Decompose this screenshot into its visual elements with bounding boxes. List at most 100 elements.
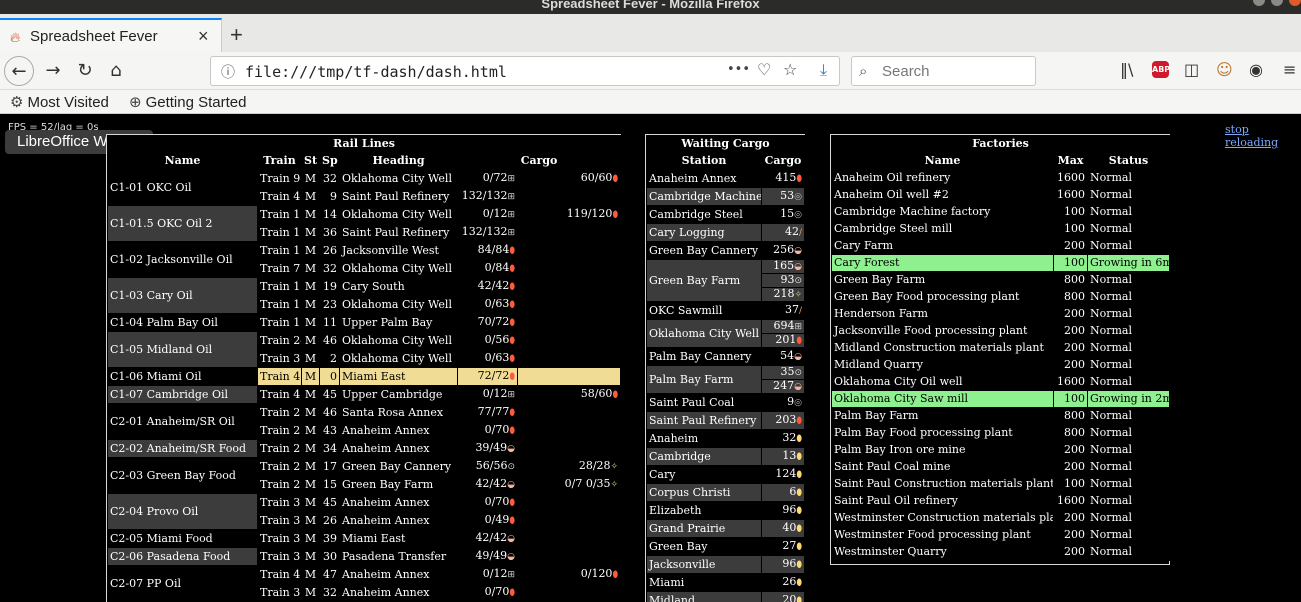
station-name[interactable]: Green Bay Cannery <box>646 241 762 260</box>
factory-row[interactable]: Green Bay Farm 800 Normal <box>831 271 1171 289</box>
waiting-row[interactable]: Anaheim Annex 415⬮ <box>646 169 806 188</box>
waiting-row[interactable]: Midland 20⬮ <box>646 591 806 602</box>
rail-line-name[interactable]: C1-01.5 OKC Oil 2 <box>107 205 258 242</box>
station-name[interactable]: Palm Bay Cannery <box>646 347 762 366</box>
factory-name[interactable]: Cary Farm <box>831 237 1054 255</box>
factory-row[interactable]: Oklahoma City Saw mill 100 Growing in 2m <box>831 390 1171 408</box>
factory-name[interactable]: Oklahoma City Oil well <box>831 373 1054 391</box>
station-name[interactable]: Oklahoma City Well <box>646 319 762 348</box>
train-id[interactable]: Train 36 <box>257 583 302 602</box>
station-name[interactable]: Anaheim <box>646 429 762 448</box>
maximize-icon[interactable] <box>1271 0 1283 6</box>
station-name[interactable]: OKC Sawmill <box>646 301 762 320</box>
factory-name[interactable]: Westminster Food processing plant <box>831 526 1054 544</box>
forward-button[interactable]: → <box>38 56 68 86</box>
home-button[interactable]: ⌂ <box>101 56 131 86</box>
factory-row[interactable]: Palm Bay Farm 800 Normal <box>831 407 1171 425</box>
rail-row[interactable]: C2-01 Anaheim/SR OilTrain 28M46Santa Ros… <box>107 403 622 440</box>
station-name[interactable]: Saint Paul Coal <box>646 393 762 412</box>
reload-button[interactable]: ↻ <box>70 56 100 86</box>
waiting-row[interactable]: Elizabeth 96⬮ <box>646 501 806 520</box>
minimize-icon[interactable] <box>1253 0 1265 6</box>
factory-name[interactable]: Green Bay Farm <box>831 271 1054 289</box>
waiting-row[interactable]: Cary 124⬮ <box>646 465 806 484</box>
factory-row[interactable]: Oklahoma City Oil well 1600 Normal <box>831 373 1171 391</box>
factory-name[interactable]: Henderson Farm <box>831 305 1054 323</box>
train-id[interactable]: Train 46 <box>257 565 302 584</box>
train-id[interactable]: Train 32 <box>257 547 302 566</box>
waiting-row[interactable]: Cambridge 13⬮ <box>646 447 806 466</box>
back-button[interactable]: ← <box>4 56 34 86</box>
factory-name[interactable]: Green Bay Food processing plant <box>831 288 1054 306</box>
factory-row[interactable]: Jacksonville Food processing plant 200 Nor… <box>831 322 1171 340</box>
factory-name[interactable]: Anaheim Oil well #2 <box>831 186 1054 204</box>
train-id[interactable]: Train 18 <box>257 205 302 224</box>
factory-row[interactable]: Henderson Farm 200 Normal <box>831 305 1171 323</box>
factory-name[interactable]: Cambridge Machine factory <box>831 203 1054 221</box>
rail-row[interactable]: C1-06 Miami OilTrain 40M0Miami East72/72… <box>107 367 622 386</box>
factory-row[interactable]: Cambridge Machine factory 100 Normal <box>831 203 1171 221</box>
station-name[interactable]: Cary <box>646 465 762 484</box>
pocket-icon[interactable]: ♡ <box>757 60 771 79</box>
factory-name[interactable]: Midland Quarry <box>831 356 1054 374</box>
station-name[interactable]: Anaheim Annex <box>646 169 762 188</box>
rail-line-name[interactable]: C1-05 Midland Oil <box>107 331 258 368</box>
page-actions-icon[interactable]: ••• <box>727 62 750 77</box>
waiting-row[interactable]: Palm Bay Cannery 54◒ <box>646 347 806 366</box>
train-id[interactable]: Train 17 <box>257 277 302 296</box>
factory-row[interactable]: Westminster Quarry 200 Normal <box>831 543 1171 561</box>
train-id[interactable]: Train 9 <box>257 169 302 188</box>
factory-name[interactable]: Palm Bay Farm <box>831 407 1054 425</box>
station-name[interactable]: Midland <box>646 591 762 602</box>
factory-row[interactable]: Palm Bay Iron ore mine 200 Normal <box>831 441 1171 459</box>
new-tab-button[interactable]: + <box>230 22 243 48</box>
bookmark-most-visited[interactable]: ⚙ Most Visited <box>10 93 109 111</box>
rail-line-name[interactable]: C1-02 Jacksonville Oil <box>107 241 258 278</box>
factory-row[interactable]: Westminster Food processing plant 200 Norm… <box>831 526 1171 544</box>
bookmark-star-icon[interactable]: ☆ <box>783 60 797 79</box>
download-icon[interactable]: ⤓ <box>820 60 827 80</box>
train-id[interactable]: Train 43 <box>257 385 302 404</box>
rail-line-name[interactable]: C1-04 Palm Bay Oil <box>107 313 258 332</box>
library-icon[interactable]: ‖\ <box>1120 60 1133 79</box>
rail-line-name[interactable]: C2-02 Anaheim/SR Food <box>107 439 258 458</box>
station-name[interactable]: Miami <box>646 573 762 592</box>
rail-row[interactable]: C1-02 Jacksonville OilTrain 11M26Jackson… <box>107 241 622 278</box>
factory-row[interactable]: Midland Quarry 200 Normal <box>831 356 1171 374</box>
rail-row[interactable]: C1-01.5 OKC Oil 2Train 18M14Oklahoma Cit… <box>107 205 622 242</box>
factory-row[interactable]: Cary Farm 200 Normal <box>831 237 1171 255</box>
factory-row[interactable]: Westminster Construction materials plant… <box>831 509 1171 527</box>
train-id[interactable]: Train 11 <box>257 241 302 260</box>
station-name[interactable]: Cambridge Steel <box>646 205 762 224</box>
station-name[interactable]: Green Bay Farm <box>646 259 762 302</box>
factory-name[interactable]: Palm Bay Iron ore mine <box>831 441 1054 459</box>
factory-row[interactable]: Cambridge Steel mill 100 Normal <box>831 220 1171 238</box>
station-name[interactable]: Cary Logging <box>646 223 762 242</box>
rail-row[interactable]: C2-04 Provo OilTrain 30M45Anaheim Annex0… <box>107 493 622 530</box>
bookmark-getting-started[interactable]: ⊕ Getting Started <box>129 93 246 111</box>
waiting-row[interactable]: Anaheim 32⬮ <box>646 429 806 448</box>
waiting-row[interactable]: Miami 26⬮ <box>646 573 806 592</box>
factory-name[interactable]: Jacksonville Food processing plant <box>831 322 1054 340</box>
rail-line-name[interactable]: C1-07 Cambridge Oil <box>107 385 258 404</box>
rail-row[interactable]: C1-05 Midland OilTrain 24M46Oklahoma Cit… <box>107 331 622 368</box>
waiting-row[interactable]: Green Bay Cannery 256◒ <box>646 241 806 260</box>
waiting-row[interactable]: Cambridge Machines 53◎ <box>646 187 806 206</box>
train-id[interactable]: Train 31 <box>257 529 302 548</box>
waiting-row[interactable]: Oklahoma City Well 694⊞ <box>646 319 806 348</box>
factory-row[interactable]: Cary Forest 100 Growing in 6m <box>831 254 1171 272</box>
factory-name[interactable]: Midland Construction materials plant <box>831 339 1054 357</box>
close-tab-button[interactable]: × <box>198 26 209 47</box>
tab-spreadsheet-fever[interactable]: 🔥︎ Spreadsheet Fever × <box>0 18 222 52</box>
station-name[interactable]: Cambridge <box>646 447 762 466</box>
waiting-row[interactable]: Cary Logging 42∕ <box>646 223 806 242</box>
waiting-row[interactable]: Corpus Christi 6⬮ <box>646 483 806 502</box>
station-name[interactable]: Jacksonville <box>646 555 762 574</box>
factory-name[interactable]: Saint Paul Oil refinery <box>831 492 1054 510</box>
rail-row[interactable]: C2-03 Green Bay FoodTrain 27M17Green Bay… <box>107 457 622 494</box>
train-id[interactable]: Train 4 <box>257 187 302 206</box>
rail-line-name[interactable]: C1-01 OKC Oil <box>107 169 258 206</box>
factory-row[interactable]: Midland Construction materials plant 200 N… <box>831 339 1171 357</box>
url-bar[interactable]: ⓘ file:///tmp/tf-dash/dash.html ••• ♡ ☆ <box>210 56 840 86</box>
rail-line-name[interactable]: C2-06 Pasadena Food <box>107 547 258 566</box>
